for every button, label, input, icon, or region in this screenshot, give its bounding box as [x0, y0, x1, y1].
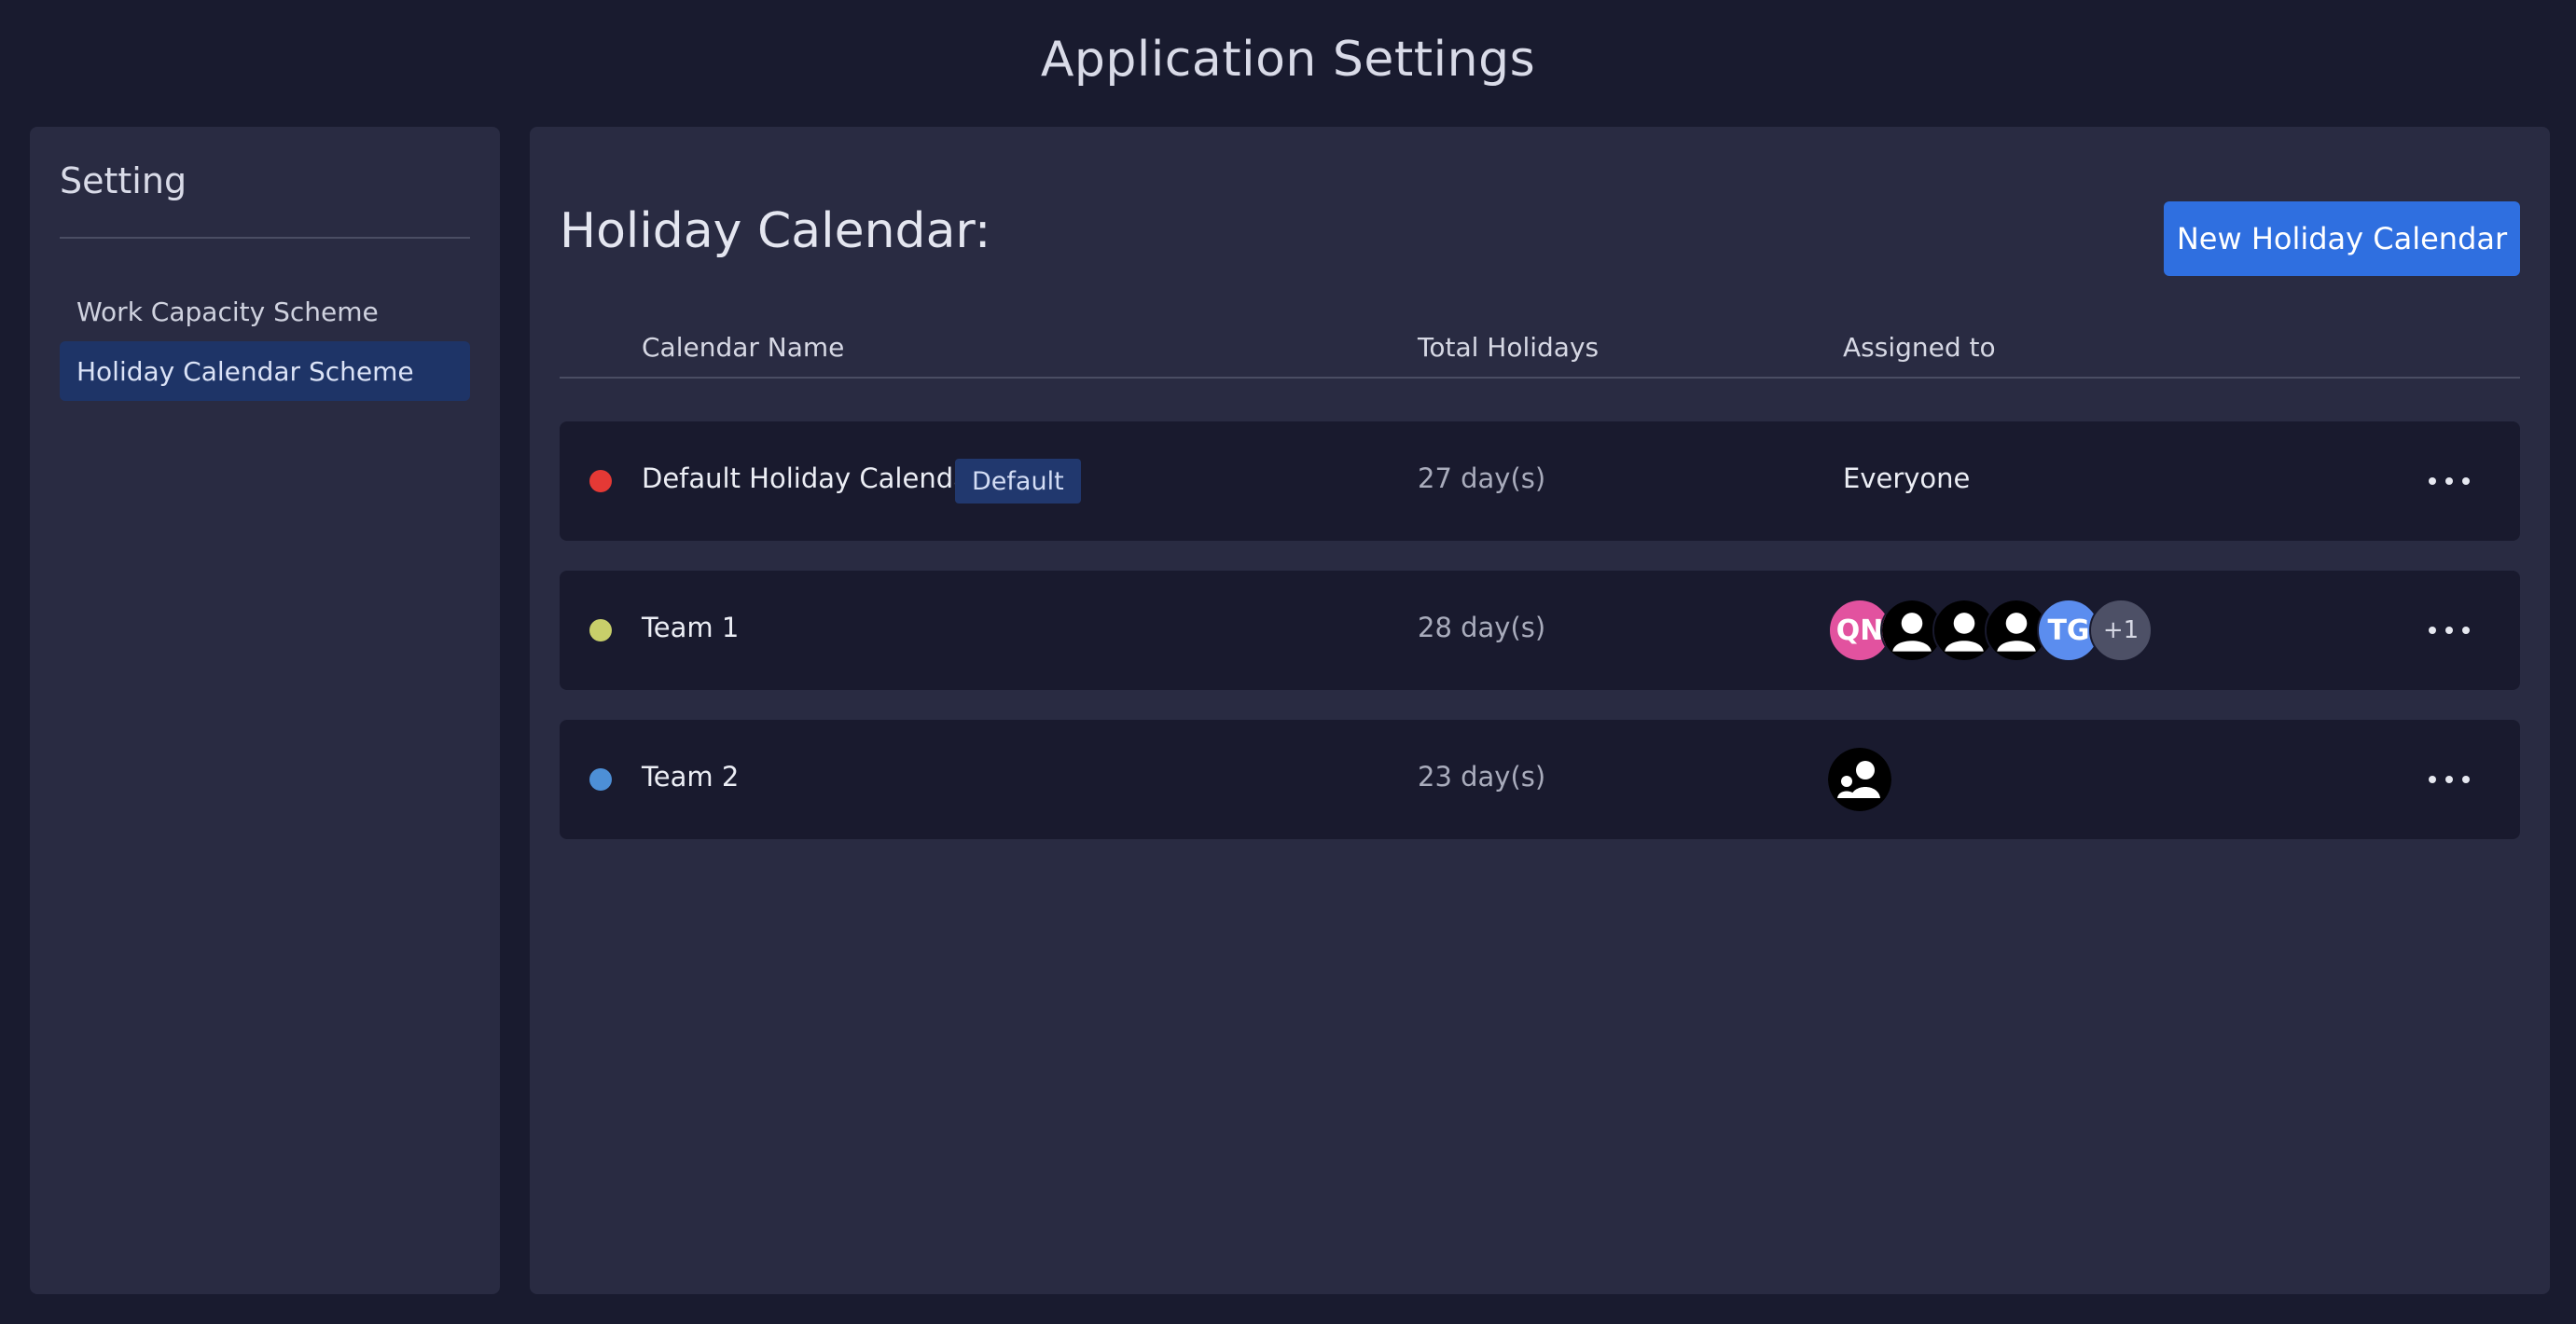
column-header-assigned-to[interactable]: Assigned to — [1843, 332, 1996, 363]
calendar-color-dot — [589, 768, 612, 791]
more-assignees-count[interactable]: +1 — [2089, 599, 2153, 662]
column-header-total-holidays[interactable]: Total Holidays — [1418, 332, 1599, 363]
new-holiday-calendar-button[interactable]: New Holiday Calendar — [2164, 201, 2520, 276]
main-panel: Holiday Calendar: New Holiday Calendar C… — [530, 127, 2550, 1294]
section-title: Holiday Calendar: — [560, 203, 991, 259]
sidebar-item-holiday-calendar-scheme[interactable]: Holiday Calendar Scheme — [60, 341, 470, 401]
team-icon[interactable] — [1828, 748, 1891, 811]
sidebar-title: Setting — [60, 160, 187, 201]
assigned-avatars[interactable]: QN TG +1 — [1828, 599, 2153, 662]
calendar-name[interactable]: Team 1 — [642, 612, 739, 643]
calendar-color-dot — [589, 470, 612, 492]
calendar-name[interactable]: Team 2 — [642, 761, 739, 793]
settings-sidebar: Setting Work Capacity Scheme Holiday Cal… — [30, 127, 500, 1294]
assigned-avatars[interactable] — [1828, 748, 1891, 811]
more-options-icon[interactable] — [2429, 761, 2470, 798]
more-options-icon[interactable] — [2429, 612, 2470, 649]
assigned-to-text: Everyone — [1843, 462, 1971, 494]
table-row[interactable]: Team 2 23 day(s) — [560, 720, 2520, 839]
sidebar-item-work-capacity-scheme[interactable]: Work Capacity Scheme — [60, 282, 470, 341]
total-holidays: 27 day(s) — [1418, 462, 1546, 494]
table-row[interactable]: Default Holiday Calendar Default 27 day(… — [560, 421, 2520, 541]
column-header-calendar-name[interactable]: Calendar Name — [642, 332, 844, 363]
default-badge: Default — [955, 459, 1081, 503]
total-holidays: 28 day(s) — [1418, 612, 1546, 643]
total-holidays: 23 day(s) — [1418, 761, 1546, 793]
table-row[interactable]: Team 1 28 day(s) QN TG +1 — [560, 571, 2520, 690]
more-options-icon[interactable] — [2429, 462, 2470, 500]
calendar-name[interactable]: Default Holiday Calendar — [642, 462, 981, 494]
calendar-color-dot — [589, 619, 612, 641]
table-header: Calendar Name Total Holidays Assigned to — [560, 328, 2520, 379]
page-title: Application Settings — [1040, 32, 1536, 88]
sidebar-divider — [60, 237, 470, 239]
